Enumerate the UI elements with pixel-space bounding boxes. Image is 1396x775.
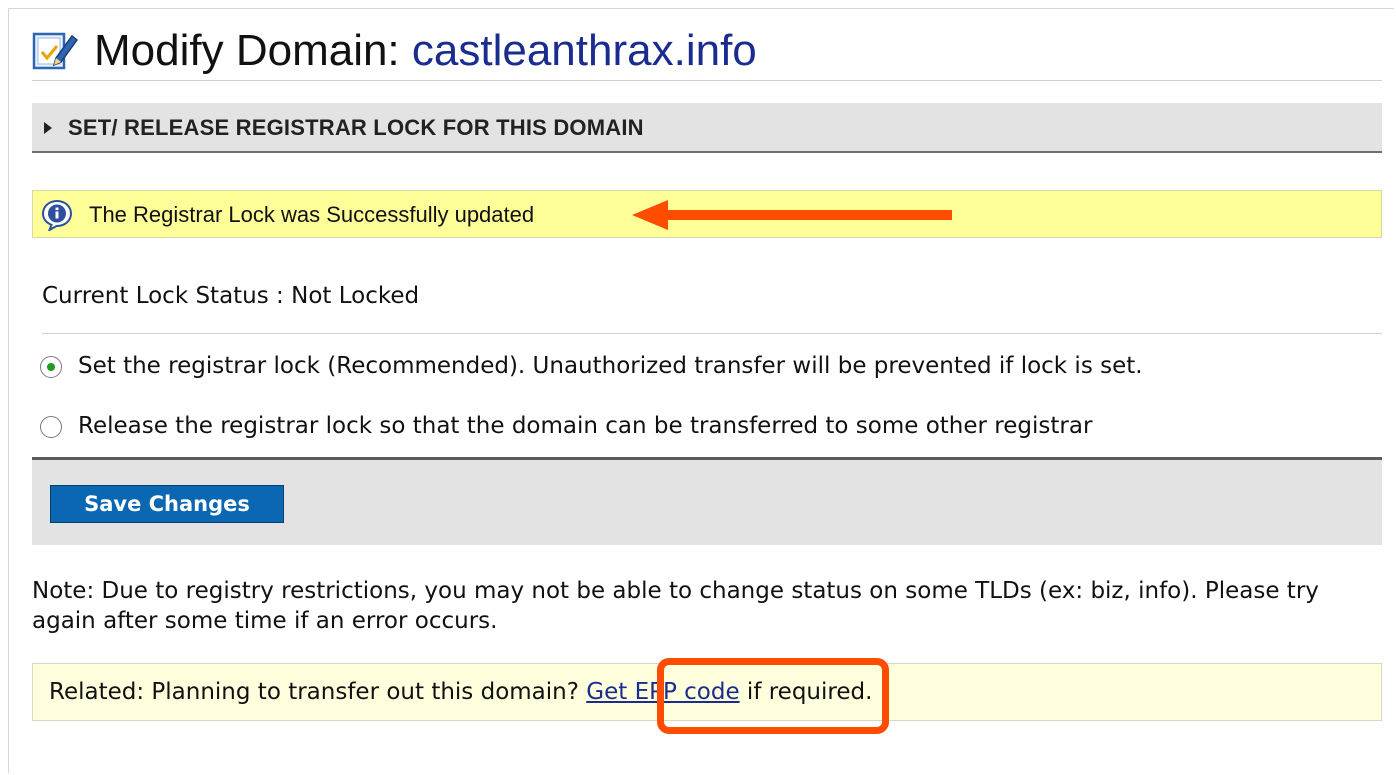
- radio-set-lock[interactable]: [40, 356, 62, 378]
- section-header[interactable]: SET/ RELEASE REGISTRAR LOCK FOR THIS DOM…: [32, 103, 1382, 153]
- page-title-prefix: Modify Domain:: [94, 26, 412, 75]
- radio-release-lock-label[interactable]: Release the registrar lock so that the d…: [78, 413, 1092, 439]
- success-message: The Registrar Lock was Successfully upda…: [89, 202, 535, 227]
- divider: [42, 333, 1382, 334]
- related-text: Related: Planning to transfer out this d…: [49, 679, 872, 705]
- save-changes-button[interactable]: Save Changes: [50, 485, 284, 523]
- related-suffix: if required.: [739, 679, 873, 705]
- page-header: Modify Domain: castleanthrax.info: [32, 22, 1382, 81]
- radio-release-lock[interactable]: [40, 416, 62, 438]
- related-box: Related: Planning to transfer out this d…: [32, 663, 1382, 721]
- section-header-label: SET/ RELEASE REGISTRAR LOCK FOR THIS DOM…: [68, 115, 644, 140]
- current-lock-status: Current Lock Status : Not Locked: [42, 283, 420, 309]
- edit-document-icon: [32, 32, 78, 70]
- triangle-right-icon: [44, 122, 52, 134]
- page-title: Modify Domain: castleanthrax.info: [94, 24, 757, 78]
- radio-set-lock-label[interactable]: Set the registrar lock (Recommended). Un…: [78, 353, 1143, 379]
- info-icon: [41, 199, 73, 231]
- annotation-arrow: [632, 200, 952, 230]
- related-prefix: Related: Planning to transfer out this d…: [49, 679, 587, 705]
- action-bar: Save Changes: [32, 457, 1382, 545]
- page-title-domain: castleanthrax.info: [411, 26, 757, 75]
- registry-note: Note: Due to registry restrictions, you …: [32, 578, 1319, 634]
- get-epp-code-link[interactable]: Get EPP code: [586, 679, 739, 705]
